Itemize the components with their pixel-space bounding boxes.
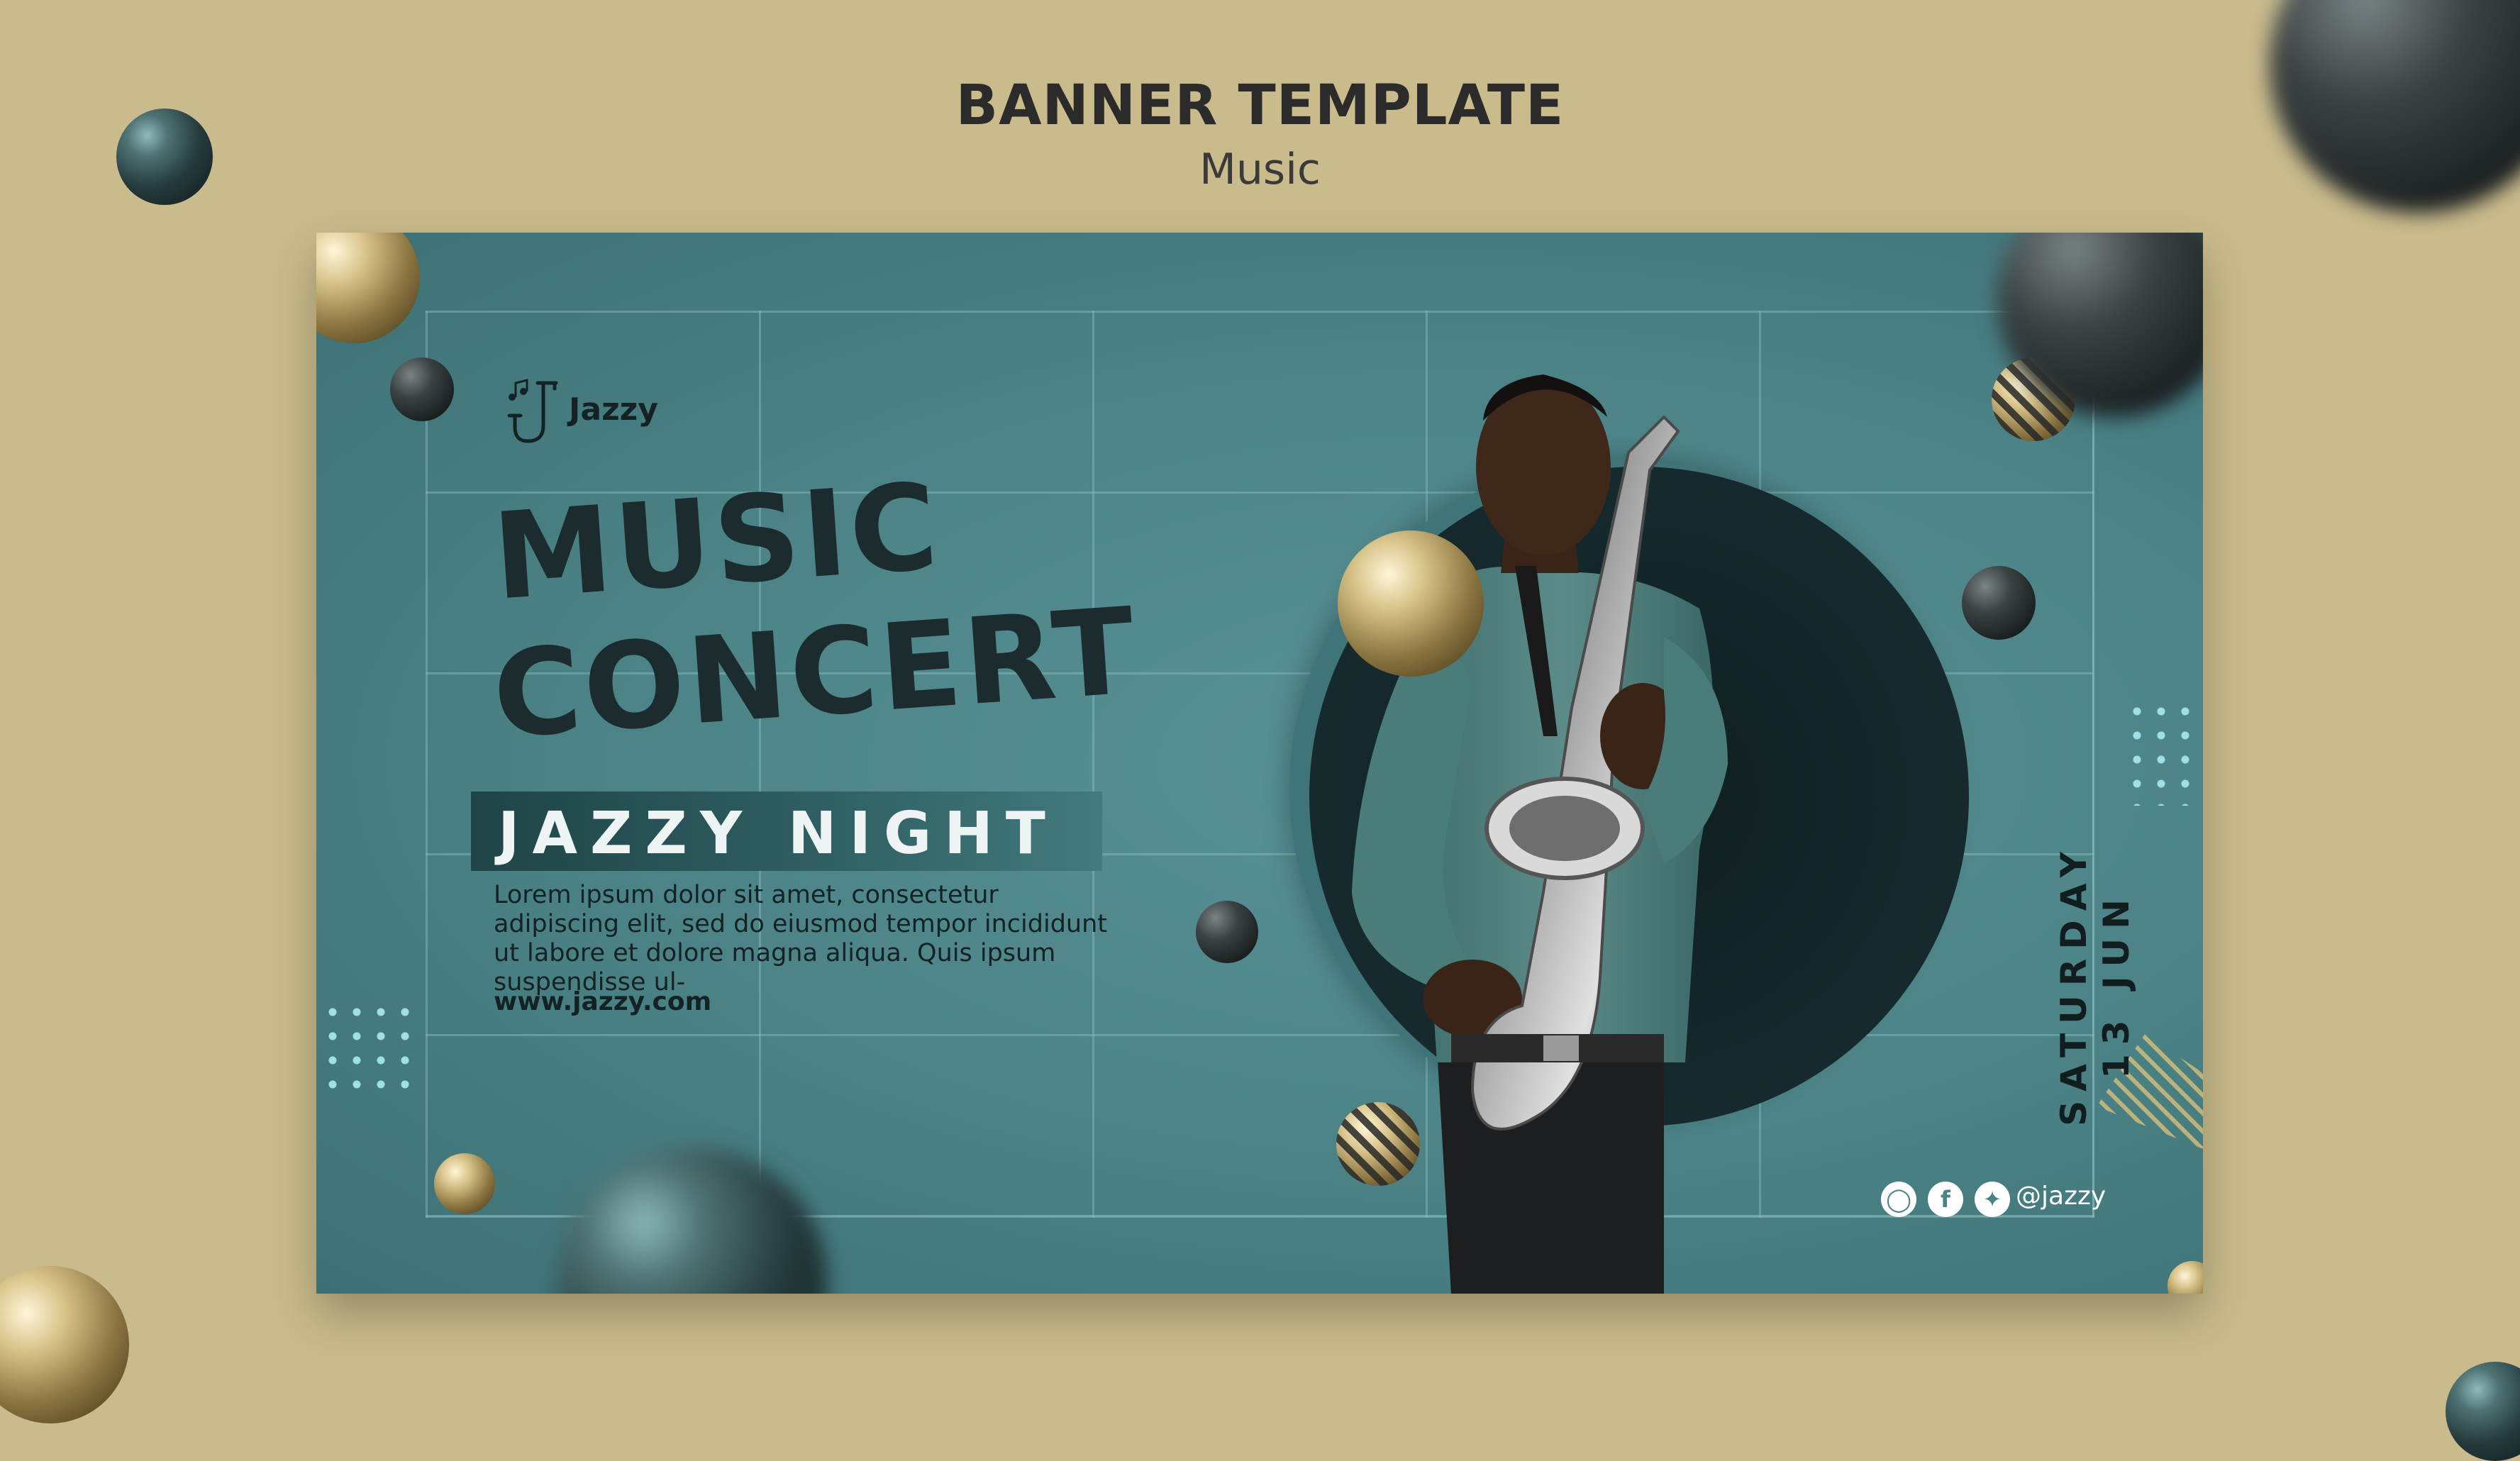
decor-sphere-striped-bottom xyxy=(1336,1102,1420,1186)
page-subtitle: Music xyxy=(1199,145,1321,194)
decor-sphere-gold-banner-corner xyxy=(2167,1261,2203,1294)
instagram-icon[interactable]: ◯ xyxy=(1881,1182,1916,1217)
body-text: Lorem ipsum dolor sit amet, consectetur … xyxy=(494,881,1108,996)
decor-sphere-teal-bottom-right xyxy=(2446,1362,2520,1461)
brand-name: Jazzy xyxy=(569,391,658,428)
decor-sphere-right xyxy=(1962,566,2036,640)
decor-sphere-gold-large xyxy=(1338,530,1484,677)
event-date-value: 13 JUN xyxy=(2096,889,2137,1079)
decor-sphere-gold-corner xyxy=(316,233,420,343)
saxophone-logo-icon xyxy=(507,379,558,443)
decor-sphere-mid xyxy=(1196,901,1258,963)
decor-sphere-small-dark xyxy=(390,357,454,421)
dot-pattern-left xyxy=(321,1000,417,1096)
decor-sphere-teal-top-left xyxy=(116,109,213,205)
social-handle[interactable]: @jazzy xyxy=(2016,1182,2106,1211)
twitter-icon[interactable]: ✦ xyxy=(1975,1182,2010,1217)
subheadline: JAZZY NIGHT xyxy=(498,800,1058,867)
facebook-icon[interactable]: f xyxy=(1928,1182,1963,1217)
decor-sphere-gold-bottom xyxy=(434,1153,495,1214)
event-date: SATURDAY 13 JUN xyxy=(2053,786,2138,1183)
event-day: SATURDAY xyxy=(2053,843,2094,1126)
banner: Jazzy MUSIC CONCERT JAZZY NIGHT Lorem ip… xyxy=(316,233,2203,1294)
website-link[interactable]: www.jazzy.com xyxy=(494,987,711,1016)
page-title: BANNER TEMPLATE xyxy=(955,74,1565,138)
decor-sphere-gold-bottom-left xyxy=(0,1266,129,1423)
